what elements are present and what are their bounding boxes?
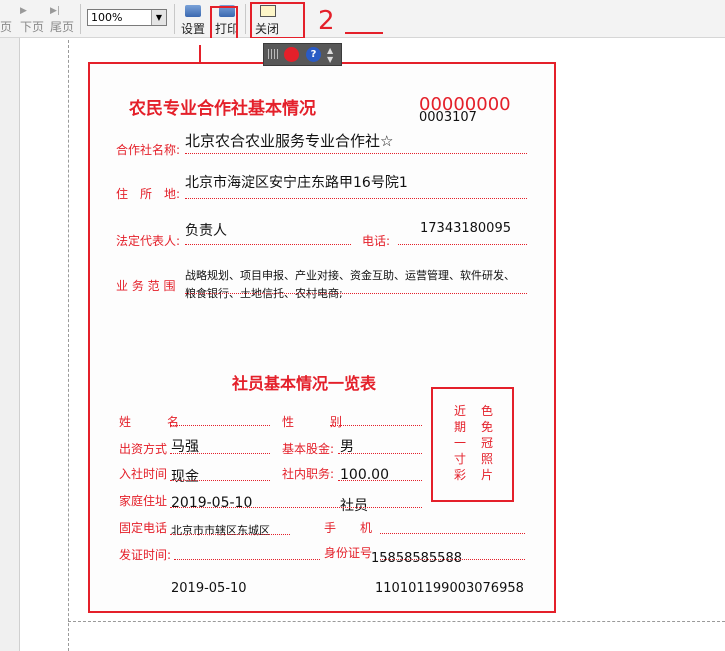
code-number: 0003107 xyxy=(419,110,477,125)
annotation-box-print xyxy=(210,6,238,42)
help-icon[interactable]: ? xyxy=(306,47,321,62)
join-date-label: 入社时间 xyxy=(119,467,168,481)
member-table-title: 社员基本情况一览表 xyxy=(232,374,377,393)
toolbar-divider xyxy=(80,4,81,34)
report-title: 农民专业合作社基本情况 xyxy=(129,99,316,119)
annotation-stroke xyxy=(345,32,383,34)
underline xyxy=(380,559,525,560)
setup-button[interactable]: 设置 xyxy=(179,2,209,36)
annotation-dot xyxy=(284,47,299,62)
address-label: 住 所 地: xyxy=(116,187,181,201)
id-number-value: 110101199003076958 xyxy=(375,581,524,596)
member-name-label: 姓 名 xyxy=(119,415,180,429)
mobile-label: 手 机 xyxy=(324,521,373,535)
underline xyxy=(185,198,527,199)
underline xyxy=(330,425,422,426)
underline xyxy=(170,453,270,454)
business-scope-label: 业 务 范 围 xyxy=(116,279,176,293)
toolbar-divider xyxy=(245,4,246,34)
prev-page-button[interactable]: 页 xyxy=(0,18,12,35)
last-icon: ▶| xyxy=(50,6,60,16)
underline xyxy=(170,480,270,481)
page-margin-line xyxy=(68,40,69,651)
legal-rep-value: 负责人 xyxy=(185,223,227,239)
gender-label: 性 别 xyxy=(282,415,343,429)
underline xyxy=(398,244,527,245)
photo-caption-left: 近期一寸彩 xyxy=(453,404,466,482)
underline xyxy=(174,559,320,560)
underline xyxy=(380,533,525,534)
underline xyxy=(338,480,422,481)
coop-name-value: 北京农合农业服务专业合作社☆ xyxy=(185,132,394,150)
id-number-label: 身份证号 xyxy=(324,546,373,560)
printer-setup-icon xyxy=(185,5,201,17)
expand-icon[interactable]: ▲ ▼ xyxy=(327,46,333,64)
home-address-value: 2019-05-10 xyxy=(171,495,253,511)
floating-toolbar[interactable]: ? ▲ ▼ xyxy=(263,43,342,66)
setup-label: 设置 xyxy=(181,22,206,36)
share-capital-label: 基本股金: xyxy=(282,442,335,456)
left-ruler xyxy=(0,38,20,651)
funding-method-label: 出资方式 xyxy=(119,442,168,456)
coop-name-label: 合作社名称: xyxy=(116,143,181,157)
business-scope-line1: 战略规划、项目申报、产业对接、资金互助、运营管理、软件研发、 xyxy=(185,269,515,282)
photo-caption-right: 色免冠照片 xyxy=(480,404,493,482)
underline xyxy=(185,293,527,294)
underline xyxy=(170,534,290,535)
last-page-button[interactable]: ▶| 尾页 xyxy=(50,6,74,35)
next-icon: ▶ xyxy=(20,6,27,16)
zoom-select[interactable]: 100% ▼ xyxy=(87,9,167,26)
drag-handle-icon[interactable] xyxy=(268,49,278,59)
chevron-down-icon[interactable]: ▼ xyxy=(151,10,166,25)
photo-placeholder: 近期一寸彩 色免冠照片 xyxy=(431,387,514,502)
position-label: 社内职务: xyxy=(282,467,335,481)
underline xyxy=(185,244,351,245)
home-address-label: 家庭住址 xyxy=(119,494,168,508)
phone-value: 17343180095 xyxy=(420,221,511,236)
report-card: 农民专业合作社基本情况 00000000 0003107 合作社名称: 北京农合… xyxy=(88,62,556,613)
member-role-value: 社员 xyxy=(340,498,368,514)
underline xyxy=(338,453,422,454)
next-page-button[interactable]: ▶ 下页 xyxy=(20,6,44,35)
annotation-box-close xyxy=(250,2,305,39)
annotation-number: 2 xyxy=(318,6,335,36)
legal-rep-label: 法定代表人: xyxy=(116,234,181,248)
underline xyxy=(185,153,527,154)
landline-label: 固定电话 xyxy=(119,521,168,535)
toolbar-divider xyxy=(174,4,175,34)
underline xyxy=(170,507,422,508)
join-date-value: 现金 xyxy=(171,469,199,485)
page-margin-line xyxy=(68,621,725,622)
phone-label: 电话: xyxy=(362,234,391,248)
issue-date-label: 发证时间: xyxy=(119,548,172,562)
issue-date-value: 2019-05-10 xyxy=(171,581,247,596)
landline-value: 北京市市辖区东城区 xyxy=(171,524,270,537)
address-value: 北京市海淀区安宁庄东路甲16号院1 xyxy=(185,175,408,191)
underline xyxy=(170,425,270,426)
